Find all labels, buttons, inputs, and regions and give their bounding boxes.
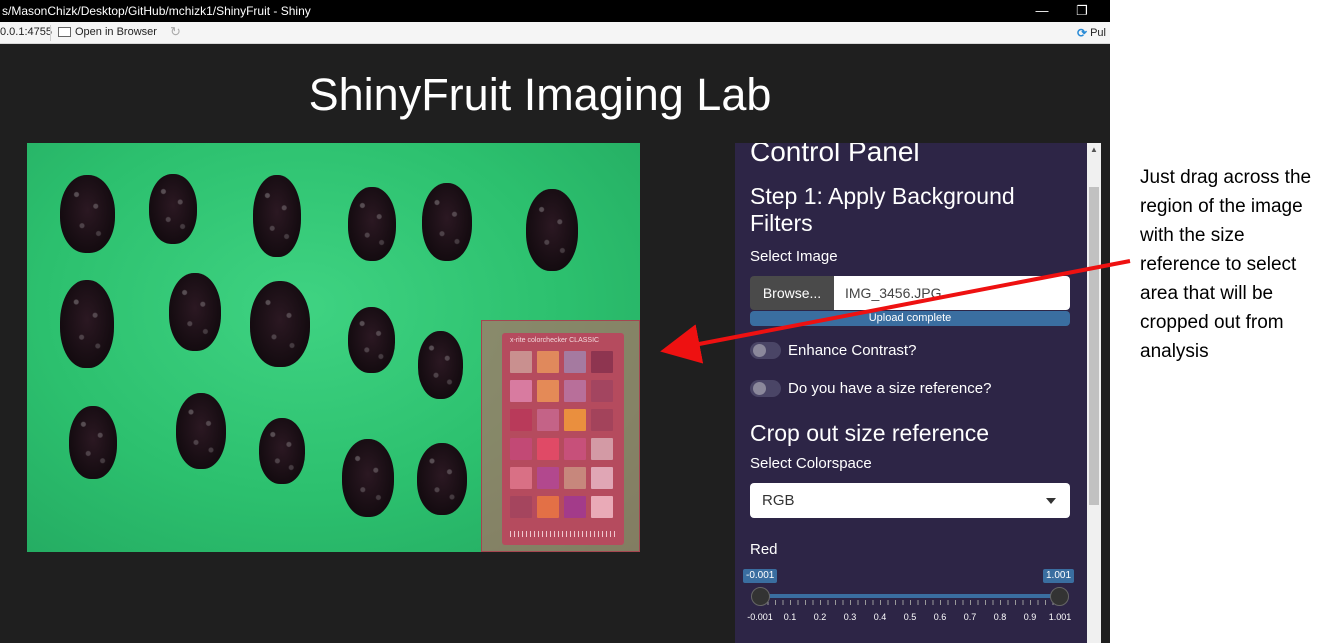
callout-arrow — [660, 259, 1131, 364]
annotation-note: Just drag across the region of the image… — [1140, 167, 1312, 362]
